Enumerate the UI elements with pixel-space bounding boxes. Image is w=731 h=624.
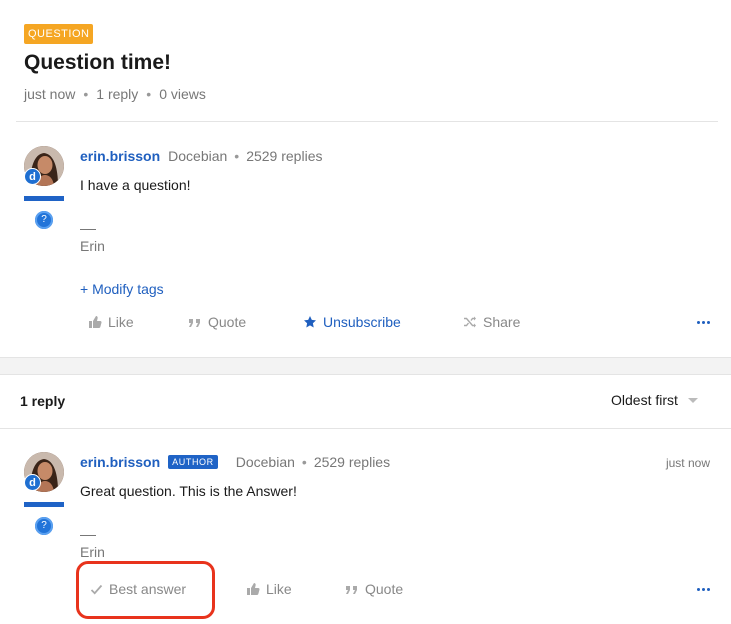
header-separator: • [234, 148, 240, 164]
more-options-icon[interactable] [697, 588, 710, 591]
author-link[interactable]: erin.brisson [80, 454, 160, 470]
like-button[interactable]: Like [88, 314, 134, 330]
star-icon [304, 316, 316, 328]
rank-bar [24, 196, 64, 201]
chevron-down-icon [687, 397, 698, 403]
signature: Erin [80, 238, 105, 254]
shuffle-icon [464, 316, 476, 328]
signature-dash [80, 535, 96, 536]
topic-reply-count: 1 reply [96, 86, 139, 102]
more-options-icon[interactable] [697, 321, 710, 324]
quote-icon [346, 586, 357, 594]
share-button[interactable]: Share [463, 314, 520, 330]
author-reply-count: 2529 replies [313, 454, 391, 470]
header-divider [16, 121, 718, 122]
author-reply-count: 2529 replies [246, 148, 323, 164]
like-button[interactable]: Like [246, 581, 292, 597]
best-answer-highlight [76, 561, 215, 619]
author-role: Docebian [168, 148, 228, 164]
thumbs-up-icon [89, 316, 102, 328]
rank-bar [24, 502, 64, 507]
topic-meta: just now • 1 reply • 0 views [24, 86, 206, 102]
header-separator: • [301, 454, 307, 470]
signature: Erin [80, 544, 105, 560]
sort-dropdown[interactable]: Oldest first [611, 392, 698, 408]
author-badge: AUTHOR [168, 455, 218, 469]
quote-icon [189, 319, 200, 327]
rank-badge-icon: ? [35, 211, 53, 229]
reply-header: erin.brisson AUTHOR Docebian • 2529 repl… [80, 454, 390, 470]
topic-view-count: 0 views [159, 86, 206, 102]
meta-separator: • [146, 86, 152, 102]
quote-label: Quote [365, 581, 404, 597]
reply-body: Great question. This is the Answer! [80, 483, 297, 499]
signature-dash [80, 229, 96, 230]
user-initial-badge: d [24, 474, 41, 491]
unsubscribe-button[interactable]: Unsubscribe [303, 314, 401, 330]
post-header: erin.brisson Docebian • 2529 replies [80, 148, 322, 164]
like-label: Like [108, 314, 134, 330]
thumbs-up-icon [247, 583, 260, 595]
author-link[interactable]: erin.brisson [80, 148, 160, 164]
meta-separator: • [83, 86, 89, 102]
rank-badge-icon: ? [35, 517, 53, 535]
section-separator [0, 357, 731, 375]
like-label: Like [266, 581, 292, 597]
sort-label: Oldest first [611, 392, 678, 408]
replies-count: 1 reply [20, 393, 66, 409]
topic-posted-time: just now [24, 86, 76, 102]
replies-divider [0, 428, 731, 429]
modify-tags-link[interactable]: + Modify tags [80, 281, 164, 297]
post-body: I have a question! [80, 177, 191, 193]
question-badge: QUESTION [24, 24, 94, 44]
quote-label: Quote [208, 314, 247, 330]
unsubscribe-label: Unsubscribe [323, 314, 401, 330]
author-role: Docebian [235, 454, 295, 470]
reply-timestamp: just now [665, 456, 710, 470]
quote-button[interactable]: Quote [188, 314, 246, 330]
user-initial-badge: d [24, 168, 41, 185]
page-title: Question time! [24, 51, 172, 74]
share-label: Share [483, 314, 521, 330]
quote-button[interactable]: Quote [345, 581, 403, 597]
